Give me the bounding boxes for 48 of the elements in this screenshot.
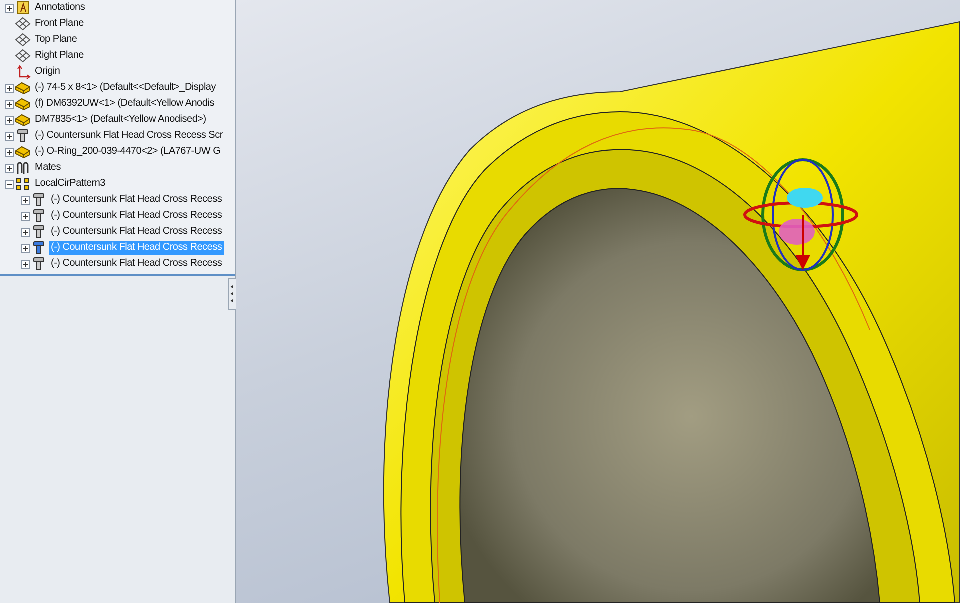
expand-icon[interactable] (5, 164, 14, 172)
pattern-icon (15, 177, 31, 191)
tree-item[interactable]: Origin (33, 65, 62, 79)
expand-icon[interactable] (5, 100, 14, 108)
part-icon (15, 97, 31, 111)
screw-icon (15, 129, 31, 143)
tree-item[interactable]: (-) Countersunk Flat Head Cross Recess (49, 225, 224, 239)
expand-icon[interactable] (5, 116, 14, 124)
expand-icon[interactable] (21, 196, 30, 204)
tree-item[interactable]: Top Plane (33, 33, 80, 47)
paperclip-icon (15, 161, 31, 175)
tree-item[interactable]: LocalCirPattern3 (33, 177, 108, 191)
tree-item[interactable]: Annotations (33, 1, 88, 15)
triad-icon[interactable] (744, 158, 858, 272)
part-icon (15, 113, 31, 127)
tree-item[interactable]: Mates (33, 161, 63, 175)
collapse-handle[interactable] (228, 278, 236, 310)
expand-icon[interactable] (5, 4, 14, 12)
plane-icon (15, 33, 31, 47)
tree-item[interactable]: (-) Countersunk Flat Head Cross Recess (49, 209, 224, 223)
expand-icon[interactable] (5, 148, 14, 156)
expand-icon[interactable] (21, 244, 30, 252)
tree-item[interactable]: (-) O-Ring_200-039-4470<2> (LA767-UW G (33, 145, 223, 159)
annotation-icon (15, 1, 31, 15)
part-icon (15, 81, 31, 95)
screw-icon (31, 209, 47, 223)
tree-item[interactable]: (-) Countersunk Flat Head Cross Recess Scr (33, 129, 225, 143)
expand-icon[interactable] (5, 132, 14, 140)
screw-icon (31, 225, 47, 239)
tree-item[interactable]: (-) 74-5 x 8<1> (Default<<Default>_Display (33, 81, 218, 95)
tree-item[interactable]: (-) Countersunk Flat Head Cross Recess (49, 193, 224, 207)
screw-icon (31, 193, 47, 207)
expand-icon[interactable] (21, 260, 30, 268)
collapse-icon[interactable] (5, 180, 14, 188)
plane-icon (15, 49, 31, 63)
tree-item[interactable]: Front Plane (33, 17, 86, 31)
screw-icon (31, 241, 47, 255)
expand-icon[interactable] (21, 228, 30, 236)
plane-icon (15, 17, 31, 31)
tree-item[interactable]: (-) Countersunk Flat Head Cross Recess (49, 257, 224, 271)
expand-icon[interactable] (21, 212, 30, 220)
expand-icon[interactable] (5, 84, 14, 92)
tree-item[interactable]: (f) DM6392UW<1> (Default<Yellow Anodis (33, 97, 216, 111)
screw-icon (31, 257, 47, 271)
tree-item[interactable]: Right Plane (33, 49, 86, 63)
origin-icon (15, 65, 31, 79)
tree-item[interactable]: DM7835<1> (Default<Yellow Anodised>) (33, 113, 208, 127)
part-icon (15, 145, 31, 159)
